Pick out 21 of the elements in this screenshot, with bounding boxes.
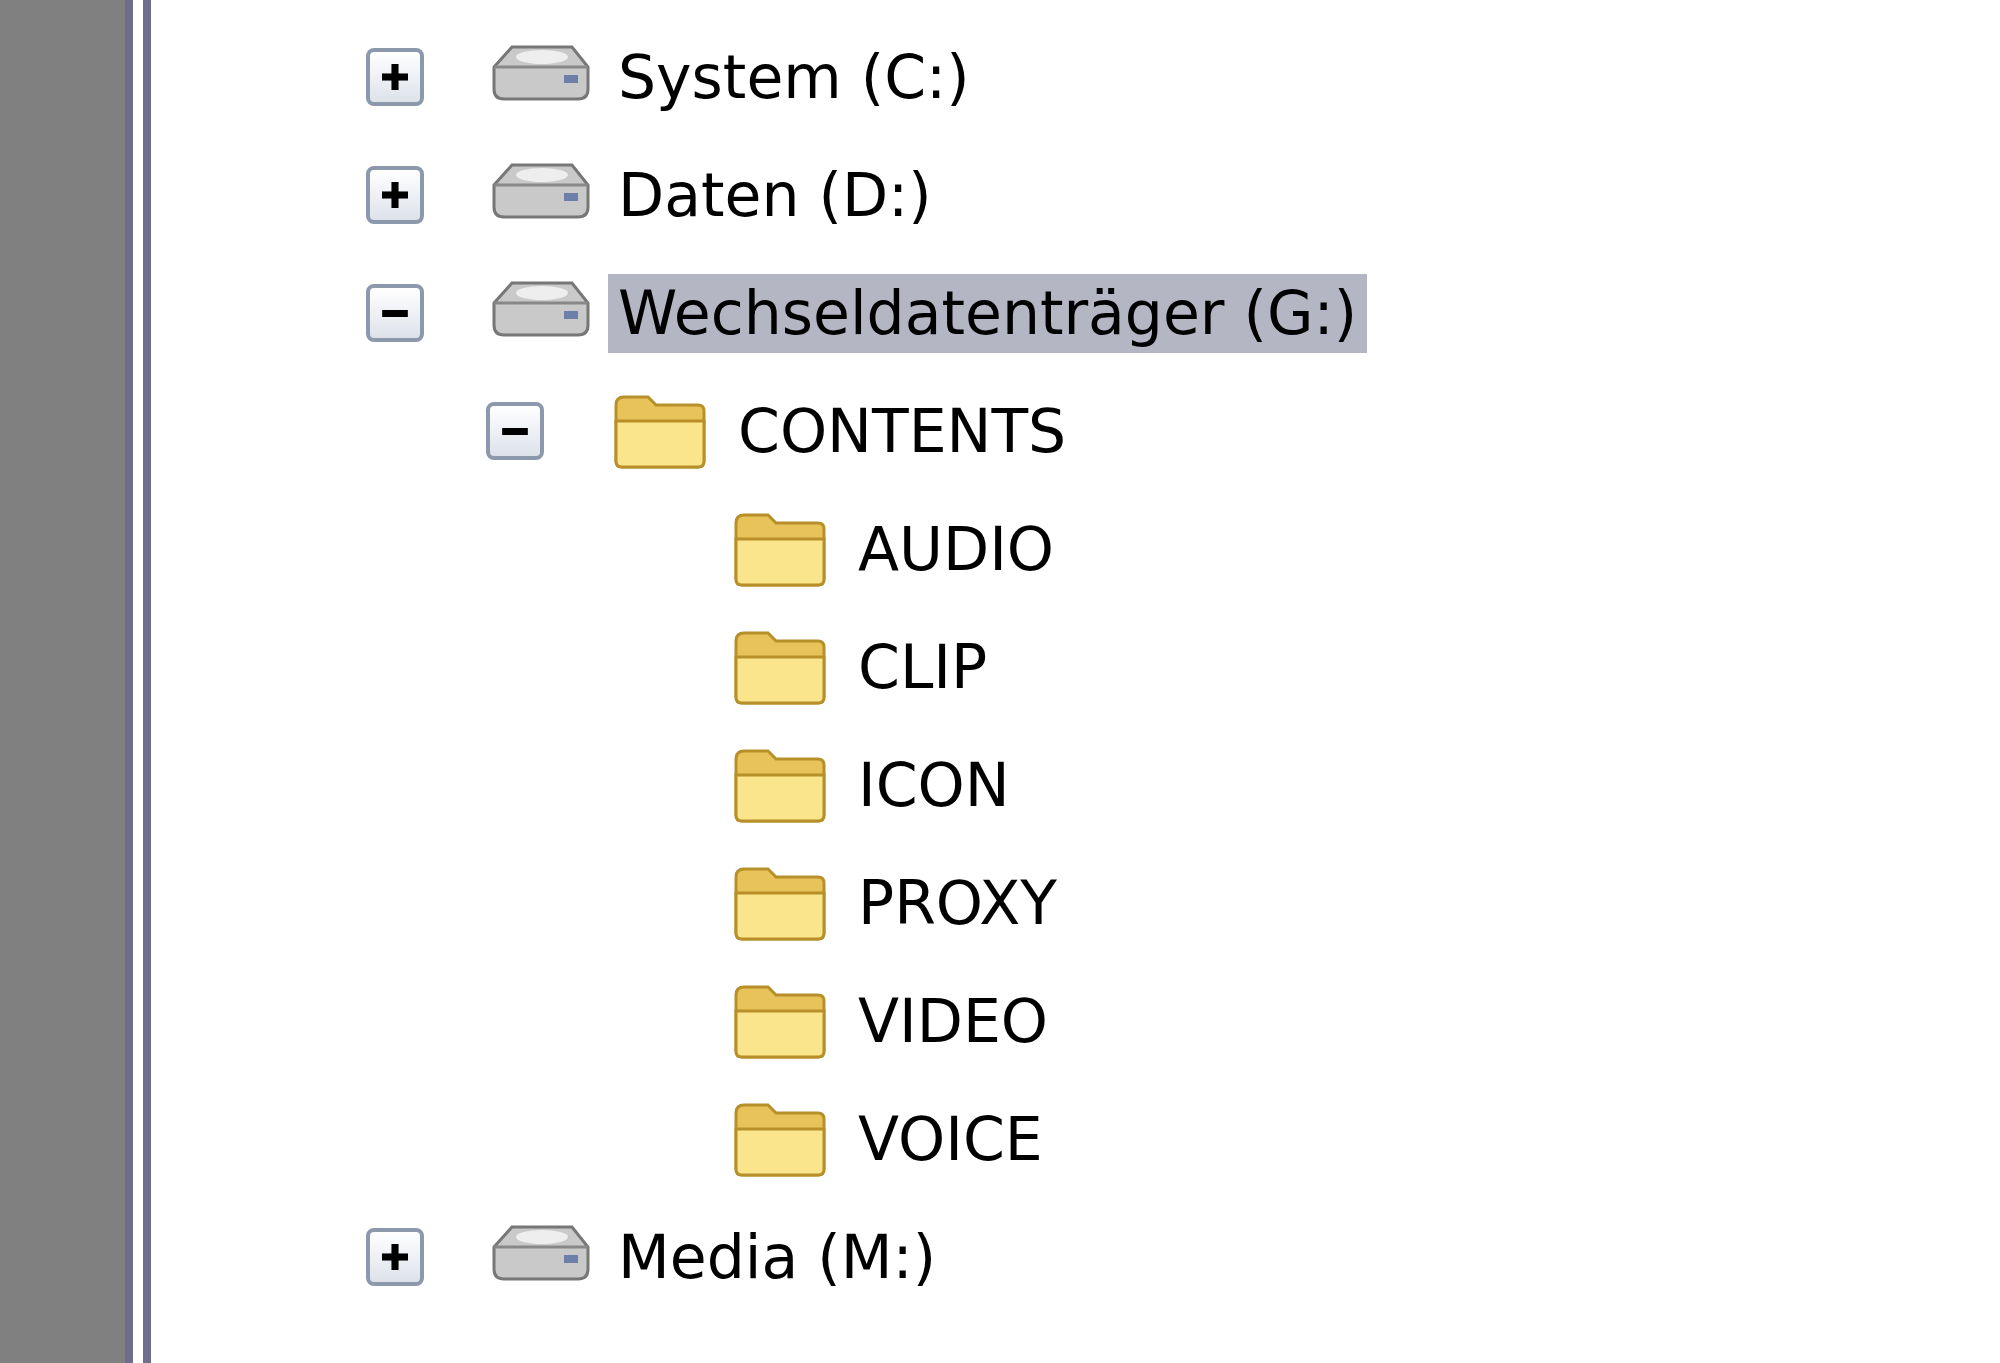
plus-icon xyxy=(382,182,408,208)
collapse-toggle[interactable] xyxy=(366,284,424,342)
expand-toggle[interactable] xyxy=(366,1228,424,1286)
plus-icon xyxy=(382,1244,408,1270)
tree-item-label[interactable]: Media (M:) xyxy=(608,1217,947,1297)
minus-icon xyxy=(502,427,528,435)
tree-item-label[interactable]: ICON xyxy=(848,745,1020,825)
expand-toggle[interactable] xyxy=(366,166,424,224)
tree-item-label[interactable]: CONTENTS xyxy=(728,391,1077,471)
tree-item-label[interactable]: CLIP xyxy=(848,627,998,707)
tree-item-label[interactable]: Daten (D:) xyxy=(608,155,942,235)
tree-item-label[interactable]: AUDIO xyxy=(848,509,1065,589)
tree-item-label[interactable]: VIDEO xyxy=(848,981,1059,1061)
collapse-toggle[interactable] xyxy=(486,402,544,460)
tree-item-label[interactable]: Wechseldatenträger (G:) xyxy=(608,273,1368,353)
tree-item-label[interactable]: PROXY xyxy=(848,863,1067,943)
tree-item-label[interactable]: VOICE xyxy=(848,1099,1053,1179)
expand-toggle[interactable] xyxy=(366,48,424,106)
tree-item-label[interactable]: System (C:) xyxy=(608,37,980,117)
minus-icon xyxy=(382,309,408,317)
plus-icon xyxy=(382,64,408,90)
